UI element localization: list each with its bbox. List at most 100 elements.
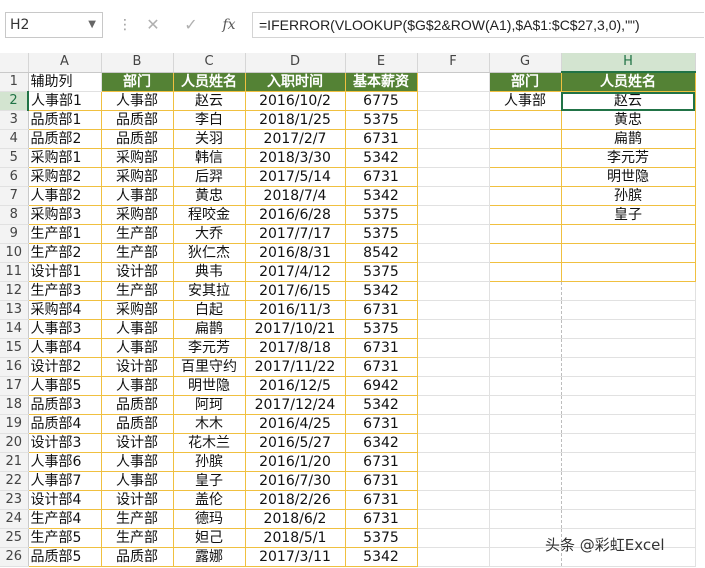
select-all-corner[interactable] [0,53,29,73]
row-header-2[interactable]: 2 [0,91,29,111]
cell-b4[interactable]: 品质部 [101,129,174,149]
cell-h3[interactable]: 黄忠 [561,110,696,130]
cell-e13[interactable]: 6731 [345,300,418,320]
cell-d16[interactable]: 2017/11/22 [245,357,346,377]
cell-f5[interactable] [417,148,490,168]
cell-c10[interactable]: 狄仁杰 [173,243,246,263]
chevron-down-icon[interactable]: ▼ [88,13,96,37]
cell-e26[interactable]: 5342 [345,547,418,567]
cell-e6[interactable]: 6731 [345,167,418,187]
cell-b13[interactable]: 采购部 [101,300,174,320]
row-header-11[interactable]: 11 [0,262,29,282]
cell-c7[interactable]: 黄忠 [173,186,246,206]
cell-h23[interactable] [561,490,696,510]
cell-d13[interactable]: 2016/11/3 [245,300,346,320]
cell-e19[interactable]: 6731 [345,414,418,434]
cell-d11[interactable]: 2017/4/12 [245,262,346,282]
cell-c8[interactable]: 程咬金 [173,205,246,225]
cell-a13[interactable]: 采购部4 [28,300,102,320]
cell-f25[interactable] [417,528,490,548]
cell-b10[interactable]: 生产部 [101,243,174,263]
cell-b9[interactable]: 生产部 [101,224,174,244]
cell-g18[interactable] [489,395,562,415]
cell-f4[interactable] [417,129,490,149]
cell-c6[interactable]: 后羿 [173,167,246,187]
cell-e11[interactable]: 5375 [345,262,418,282]
cell-e23[interactable]: 6731 [345,490,418,510]
cell-c16[interactable]: 百里守约 [173,357,246,377]
cell-h16[interactable] [561,357,696,377]
cell-b15[interactable]: 人事部 [101,338,174,358]
cell-g20[interactable] [489,433,562,453]
cell-a15[interactable]: 人事部4 [28,338,102,358]
cell-d9[interactable]: 2017/7/17 [245,224,346,244]
cell-b23[interactable]: 设计部 [101,490,174,510]
cell-d26[interactable]: 2017/3/11 [245,547,346,567]
cell-e2[interactable]: 6775 [345,91,418,111]
cell-e25[interactable]: 5375 [345,528,418,548]
cell-a18[interactable]: 品质部3 [28,395,102,415]
cell-c13[interactable]: 白起 [173,300,246,320]
cell-h2[interactable]: 赵云 [561,91,696,111]
row-header-20[interactable]: 20 [0,433,29,453]
row-header-23[interactable]: 23 [0,490,29,510]
cell-b5[interactable]: 采购部 [101,148,174,168]
cell-f16[interactable] [417,357,490,377]
cell-g3[interactable] [489,110,562,130]
cell-d24[interactable]: 2018/6/2 [245,509,346,529]
cell-e1[interactable]: 基本薪资 [345,72,418,92]
cell-b24[interactable]: 生产部 [101,509,174,529]
cell-e17[interactable]: 6942 [345,376,418,396]
cell-g13[interactable] [489,300,562,320]
cell-h10[interactable] [561,243,696,263]
cell-b8[interactable]: 采购部 [101,205,174,225]
cell-f17[interactable] [417,376,490,396]
cell-e22[interactable]: 6731 [345,471,418,491]
cell-c5[interactable]: 韩信 [173,148,246,168]
cell-f8[interactable] [417,205,490,225]
cell-d7[interactable]: 2018/7/4 [245,186,346,206]
cell-b18[interactable]: 品质部 [101,395,174,415]
cell-f26[interactable] [417,547,490,567]
cell-d21[interactable]: 2016/1/20 [245,452,346,472]
cell-g12[interactable] [489,281,562,301]
cell-a19[interactable]: 品质部4 [28,414,102,434]
worksheet-grid[interactable]: A B C D E F G H 1 辅助列 部门 人员姓名 入职时间 基本薪资 部门 人员姓名 2 人事部1 人事部… [0,53,696,567]
row-header-9[interactable]: 9 [0,224,29,244]
cell-f7[interactable] [417,186,490,206]
cell-b25[interactable]: 生产部 [101,528,174,548]
cell-g1[interactable]: 部门 [489,72,562,92]
cell-d15[interactable]: 2017/8/18 [245,338,346,358]
cell-e14[interactable]: 5375 [345,319,418,339]
cell-b22[interactable]: 人事部 [101,471,174,491]
cell-a17[interactable]: 人事部5 [28,376,102,396]
cell-h17[interactable] [561,376,696,396]
cell-b26[interactable]: 品质部 [101,547,174,567]
cell-c11[interactable]: 典韦 [173,262,246,282]
cell-f20[interactable] [417,433,490,453]
column-header-c[interactable]: C [173,53,246,73]
cell-f14[interactable] [417,319,490,339]
cell-e7[interactable]: 5342 [345,186,418,206]
cell-d19[interactable]: 2016/4/25 [245,414,346,434]
row-header-18[interactable]: 18 [0,395,29,415]
cell-f11[interactable] [417,262,490,282]
cell-d14[interactable]: 2017/10/21 [245,319,346,339]
cell-c26[interactable]: 露娜 [173,547,246,567]
cell-f12[interactable] [417,281,490,301]
cell-f15[interactable] [417,338,490,358]
cell-a4[interactable]: 品质部2 [28,129,102,149]
cell-f22[interactable] [417,471,490,491]
cell-d3[interactable]: 2018/1/25 [245,110,346,130]
cell-d23[interactable]: 2018/2/26 [245,490,346,510]
cell-c15[interactable]: 李元芳 [173,338,246,358]
cell-d20[interactable]: 2016/5/27 [245,433,346,453]
cell-b16[interactable]: 设计部 [101,357,174,377]
cell-e5[interactable]: 5342 [345,148,418,168]
cell-g24[interactable] [489,509,562,529]
cell-d8[interactable]: 2016/6/28 [245,205,346,225]
row-header-21[interactable]: 21 [0,452,29,472]
cell-g2[interactable]: 人事部 [489,91,562,111]
cell-c23[interactable]: 盖伦 [173,490,246,510]
cell-g21[interactable] [489,452,562,472]
